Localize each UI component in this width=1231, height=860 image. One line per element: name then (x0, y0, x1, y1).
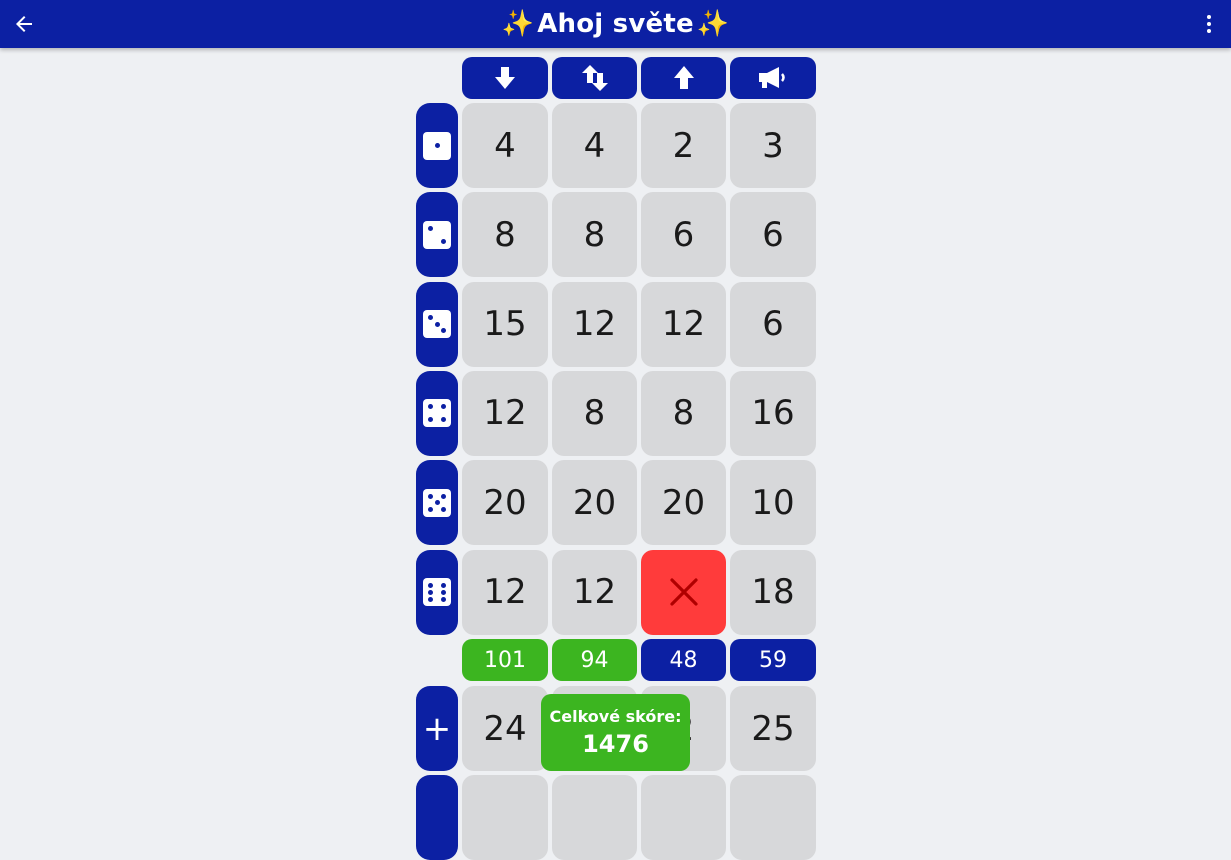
dice-5-icon (423, 488, 451, 517)
dice-pip (428, 315, 434, 321)
row-button-die-1[interactable] (416, 103, 458, 188)
score-cell[interactable]: 18 (730, 549, 816, 635)
column-header-down[interactable] (462, 57, 548, 99)
score-cell[interactable]: 2 (641, 103, 726, 188)
dice-pip (434, 500, 440, 506)
dice-3-icon (423, 310, 451, 339)
row-button-next[interactable] (416, 775, 458, 860)
score-cell[interactable]: 4 (462, 103, 548, 188)
score-cell[interactable]: 12 (552, 549, 637, 635)
score-cell[interactable]: 25 (730, 686, 816, 771)
total-score-badge: Celkové skóre: 1476 (541, 694, 690, 771)
dice-pip (440, 417, 446, 423)
subtotal-announce: 59 (730, 639, 816, 681)
score-cell[interactable]: 4 (552, 103, 637, 188)
dice-pip (440, 582, 446, 588)
row-button-die-3[interactable] (416, 281, 458, 367)
score-cell[interactable]: 8 (462, 192, 548, 278)
dice-pip (440, 506, 446, 512)
score-cell[interactable] (552, 775, 637, 860)
score-cell[interactable]: 12 (462, 549, 548, 635)
score-cell[interactable]: 12 (462, 370, 548, 456)
megaphone-icon (759, 67, 785, 88)
dice-pip (434, 143, 440, 148)
arrow-down-icon (495, 67, 515, 89)
dice-pip (428, 404, 434, 410)
score-cell[interactable]: 20 (462, 460, 548, 546)
dice-pip (428, 589, 434, 595)
score-cell[interactable]: 12 (641, 281, 726, 367)
dice-pip (440, 493, 446, 499)
subtotal-updown: 94 (552, 639, 637, 681)
score-cell[interactable]: 8 (552, 370, 637, 456)
dice-pip (428, 582, 434, 588)
dice-2-icon (423, 220, 451, 249)
score-cell[interactable]: 12 (552, 281, 637, 367)
score-cell-crossed[interactable] (641, 549, 726, 635)
dice-pip (440, 589, 446, 595)
score-cell[interactable]: 16 (730, 370, 816, 456)
score-cell[interactable]: 6 (730, 192, 816, 278)
more-vertical-icon (1207, 15, 1211, 33)
score-cell[interactable]: 6 (730, 281, 816, 367)
score-cell[interactable]: 6 (641, 192, 726, 278)
subtotal-down: 101 (462, 639, 548, 681)
dice-1-icon (423, 131, 451, 160)
close-icon (669, 578, 698, 606)
arrows-up-down-icon (581, 65, 608, 91)
score-cell[interactable]: 8 (552, 192, 637, 278)
row-button-die-6[interactable] (416, 549, 458, 635)
dice-pip (428, 225, 434, 231)
arrow-up-icon (673, 66, 694, 89)
score-cell[interactable]: 3 (730, 103, 816, 188)
sparkles-icon: ✨ (696, 9, 730, 39)
dice-pip (428, 506, 434, 512)
score-cell[interactable] (641, 775, 726, 860)
subtotal-up: 48 (641, 639, 726, 681)
dice-6-icon (423, 578, 451, 606)
page-title: ✨ Ahoj světe ✨ (0, 0, 1231, 48)
dice-pip (440, 404, 446, 410)
dice-pip (428, 596, 434, 602)
total-score-value: 1476 (582, 730, 649, 758)
dice-pip (428, 493, 434, 499)
dice-pip (440, 328, 446, 334)
column-header-up[interactable] (641, 57, 726, 99)
row-button-die-4[interactable] (416, 370, 458, 456)
dice-pip (428, 417, 434, 423)
bonus-row-button[interactable]: + (416, 686, 458, 771)
row-button-die-2[interactable] (416, 192, 458, 278)
sparkles-icon: ✨ (501, 9, 535, 39)
dice-4-icon (423, 399, 451, 428)
score-cell[interactable] (730, 775, 816, 860)
score-cell[interactable] (462, 775, 548, 860)
more-menu-button[interactable] (1193, 8, 1225, 40)
score-cell[interactable]: 24 (462, 686, 548, 771)
score-cell[interactable]: 20 (641, 460, 726, 546)
score-cell[interactable]: 15 (462, 281, 548, 367)
score-cell[interactable]: 10 (730, 460, 816, 546)
row-button-die-5[interactable] (416, 460, 458, 546)
score-cell[interactable]: 8 (641, 370, 726, 456)
total-score-label: Celkové skóre: (549, 707, 682, 726)
plus-icon: + (422, 708, 452, 749)
column-header-announce[interactable] (730, 57, 816, 99)
dice-pip (440, 238, 446, 244)
dice-pip (440, 596, 446, 602)
title-text: Ahoj světe (537, 9, 694, 39)
column-header-updown[interactable] (552, 57, 637, 99)
score-cell[interactable]: 20 (552, 460, 637, 546)
dice-pip (434, 321, 440, 327)
app-bar: ✨ Ahoj světe ✨ (0, 0, 1231, 48)
